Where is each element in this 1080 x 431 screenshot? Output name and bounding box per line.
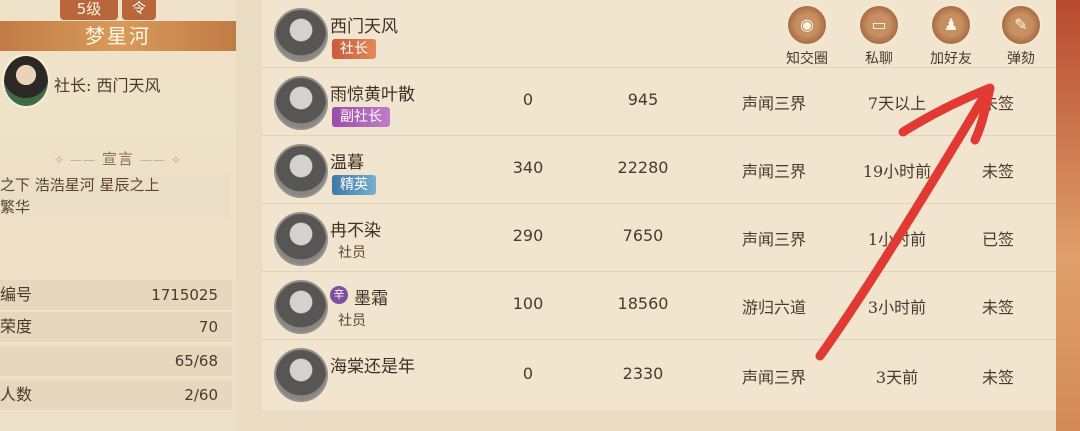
- member-actions: ◉ 知交圈 ▭ 私聊 ♟ 加好友 ✎ 弹劾: [772, 4, 1056, 67]
- role-badge: 精英: [332, 175, 376, 195]
- member-checkin: 未签: [981, 298, 1014, 317]
- stat-value: 65/68: [174, 352, 218, 370]
- add-friend-icon: ♟: [930, 4, 972, 46]
- member-name: 西门天风: [330, 17, 398, 37]
- member-avatar[interactable]: [274, 348, 328, 402]
- member-stat-1: 0: [522, 364, 534, 383]
- circle-icon: ◉: [786, 4, 828, 46]
- club-name: 梦星河: [0, 21, 236, 51]
- stat-value: 2/60: [184, 386, 218, 404]
- member-name: 冉不染: [330, 221, 381, 241]
- club-level-badge: 5级: [60, 0, 118, 20]
- member-location: 声闻三界: [741, 230, 806, 249]
- impeach-button[interactable]: ✎ 弹劾: [986, 4, 1056, 68]
- stat-value: 70: [198, 318, 218, 336]
- stat-row-people: 人数 2/60: [0, 380, 232, 412]
- member-stat-2: 2330: [622, 364, 664, 383]
- member-row[interactable]: 西门天风 社长 ◉ 知交圈 ▭ 私聊 ♟ 加好友 ✎ 弹劾: [262, 0, 1056, 68]
- private-chat-button[interactable]: ▭ 私聊: [844, 4, 914, 68]
- member-stat-2: 18560: [617, 294, 669, 313]
- member-stat-2: 945: [627, 90, 659, 109]
- stat-row-honor: 荣度 70: [0, 312, 232, 344]
- impeach-icon: ✎: [1000, 4, 1042, 46]
- member-stat-2: 7650: [622, 226, 664, 245]
- decorative-edge: [1056, 0, 1080, 431]
- member-row[interactable]: 雨惊黄叶散 副社长 0 945 声闻三界 7天以上 未签: [262, 68, 1056, 136]
- member-list: 西门天风 社长 ◉ 知交圈 ▭ 私聊 ♟ 加好友 ✎ 弹劾 雨惊黄叶散 副社长: [262, 0, 1056, 410]
- declaration-line: 繁华: [0, 198, 31, 216]
- member-row[interactable]: 辛 墨霜 社员 100 18560 游归六道 3小时前 未签: [262, 272, 1056, 340]
- bottom-strip: [236, 410, 1056, 431]
- declaration-line: 之下 浩浩星河 星辰之上: [0, 176, 160, 194]
- member-checkin: 已签: [981, 230, 1014, 249]
- role-label: 社员: [338, 313, 366, 329]
- member-location: 声闻三界: [741, 368, 806, 387]
- member-avatar[interactable]: [274, 280, 328, 334]
- chat-icon: ▭: [858, 4, 900, 46]
- leader-label: 社长: 西门天风: [54, 76, 161, 95]
- member-avatar[interactable]: [274, 8, 328, 62]
- ornament-icon: ✧ ——: [54, 153, 96, 167]
- member-stat-1: 340: [512, 158, 544, 177]
- stat-label: 编号: [0, 285, 33, 304]
- declaration-title: ✧ —— 宣言 —— ✧: [54, 150, 182, 168]
- stat-label: 人数: [0, 385, 33, 404]
- member-tag-icon: 辛: [330, 286, 348, 304]
- order-icon[interactable]: 令: [122, 0, 156, 20]
- role-badge: 副社长: [332, 107, 390, 127]
- stat-label: 荣度: [0, 317, 33, 336]
- panel-divider: [236, 0, 262, 410]
- leader-avatar[interactable]: [2, 54, 50, 108]
- member-row[interactable]: 冉不染 社员 290 7650 声闻三界 1小时前 已签: [262, 204, 1056, 272]
- club-info-panel: 5级 令 梦星河 社长: 西门天风 ✧ —— 宣言 —— ✧ 之下 浩浩星河 星辰之…: [0, 0, 236, 431]
- stat-value: 1715025: [151, 286, 218, 304]
- member-name: 海棠还是年: [330, 357, 415, 377]
- member-location: 游归六道: [741, 298, 806, 317]
- member-location: 声闻三界: [741, 162, 806, 181]
- member-last-online: 7天以上: [867, 94, 927, 113]
- member-avatar[interactable]: [274, 212, 328, 266]
- add-friend-button[interactable]: ♟ 加好友: [916, 4, 986, 68]
- member-stat-1: 100: [512, 294, 544, 313]
- role-badge: 社长: [332, 39, 376, 59]
- member-last-online: 3小时前: [867, 298, 927, 317]
- circle-button[interactable]: ◉ 知交圈: [772, 4, 842, 68]
- member-row[interactable]: 温暮 精英 340 22280 声闻三界 19小时前 未签: [262, 136, 1056, 204]
- member-row[interactable]: 海棠还是年 0 2330 声闻三界 3天前 未签: [262, 340, 1056, 407]
- member-checkin: 未签: [981, 94, 1014, 113]
- member-checkin: 未签: [981, 162, 1014, 181]
- member-last-online: 1小时前: [867, 230, 927, 249]
- member-name: 墨霜: [354, 289, 388, 309]
- member-name: 雨惊黄叶散: [330, 85, 415, 105]
- member-avatar[interactable]: [274, 76, 328, 130]
- member-avatar[interactable]: [274, 144, 328, 198]
- member-last-online: 19小时前: [862, 162, 932, 181]
- declaration-text: 之下 浩浩星河 星辰之上 繁华: [0, 174, 230, 218]
- member-checkin: 未签: [981, 368, 1014, 387]
- member-stat-1: 290: [512, 226, 544, 245]
- role-label: 社员: [338, 245, 366, 261]
- stat-row-count: 65/68: [0, 346, 232, 378]
- member-location: 声闻三界: [741, 94, 806, 113]
- member-name: 温暮: [330, 153, 364, 173]
- ornament-icon: —— ✧: [140, 153, 182, 167]
- stat-row-id: 编号 1715025: [0, 280, 232, 312]
- member-stat-1: 0: [522, 90, 534, 109]
- member-last-online: 3天前: [875, 368, 919, 387]
- member-stat-2: 22280: [617, 158, 669, 177]
